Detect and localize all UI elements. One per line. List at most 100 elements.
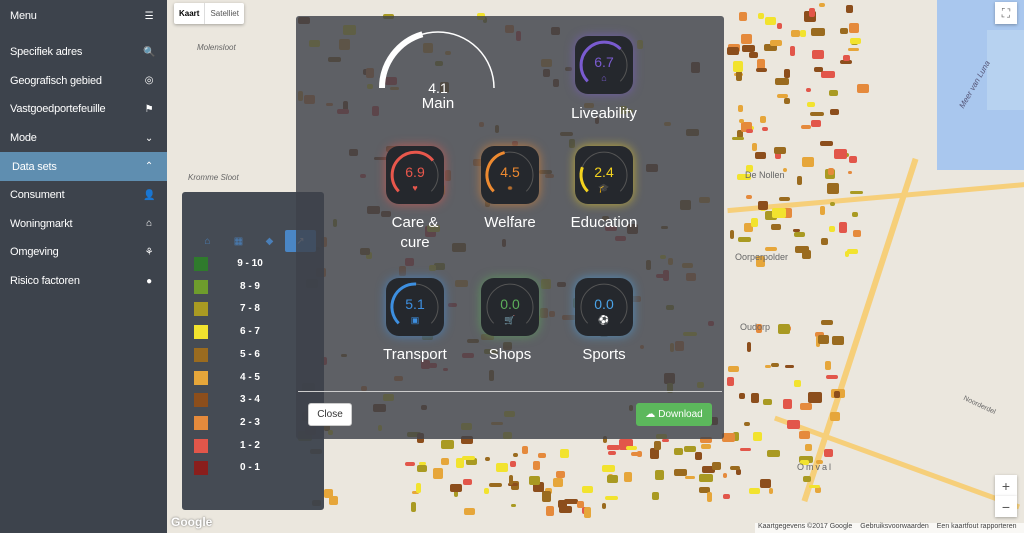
map-building — [832, 336, 844, 346]
map-type-kaart-button[interactable]: Kaart — [174, 3, 204, 24]
sidebar-item-mode[interactable]: Mode ⌄ — [0, 124, 167, 153]
score-tile-sports[interactable]: 0.0 ⚽ — [575, 278, 633, 336]
score-tile-education[interactable]: 2.4 🎓 — [575, 146, 633, 204]
map-building — [824, 448, 833, 457]
map-building — [496, 463, 509, 472]
map-building — [606, 474, 619, 484]
heart-icon: ♥ — [412, 183, 418, 193]
zoom-in-button[interactable]: + — [995, 475, 1017, 496]
map-building — [761, 126, 769, 131]
legend-swatch — [194, 438, 208, 453]
report-error-link[interactable]: Een kaartfout rapporteren — [937, 523, 1017, 533]
map-building — [624, 472, 633, 482]
map-building — [738, 392, 745, 399]
map-building — [607, 451, 616, 456]
map-building — [786, 419, 801, 429]
legend-swatch — [194, 415, 208, 430]
map-building — [545, 505, 555, 517]
score-tile-welfare[interactable]: 4.5 ⚭ — [481, 146, 539, 204]
map-building — [748, 52, 759, 58]
sidebar-item-data-sets[interactable]: Data sets ⌃ — [0, 152, 167, 181]
sidebar-item-specifiek-adres[interactable]: Specifiek adres 🔍 — [0, 38, 167, 67]
sidebar-item-label: Specifiek adres — [10, 46, 83, 59]
zoom-out-button[interactable]: − — [995, 496, 1017, 517]
sidebar-item-label: Consument — [10, 189, 65, 202]
map-building — [852, 230, 861, 238]
sidebar-item-omgeving[interactable]: Omgeving ⚘ — [0, 238, 167, 267]
legend-label: 0 - 1 — [239, 462, 260, 474]
map-building — [735, 70, 742, 81]
map-building — [799, 30, 807, 37]
map-building — [830, 109, 839, 116]
map-building — [528, 475, 541, 486]
chevron-circle-down-icon: ⌄ — [144, 132, 154, 144]
calendar-icon[interactable]: ▦ — [223, 230, 254, 252]
menu-header[interactable]: Menu ☰ — [0, 0, 167, 32]
legend-label: 6 - 7 — [239, 326, 260, 338]
terms-link[interactable]: Gebruiksvoorwaarden — [860, 523, 928, 533]
sidebar-item-label: Geografisch gebied — [10, 74, 102, 87]
score-tile-liveability[interactable]: 6.7 ⌂ — [575, 36, 633, 94]
map-building — [849, 23, 860, 33]
map-building — [731, 136, 744, 141]
sidebar-item-geografisch-gebied[interactable]: Geografisch gebied ◎ — [0, 67, 167, 96]
main-score-label: Main — [421, 95, 455, 112]
map-building — [753, 431, 763, 441]
map-building — [777, 323, 791, 334]
map-building — [729, 230, 735, 239]
sidebar-item-risico-factoren[interactable]: Risico factoren ● — [0, 267, 167, 296]
map-building — [755, 68, 767, 72]
map-building — [847, 48, 860, 52]
map-building — [846, 249, 858, 254]
sidebar-item-consument[interactable]: Consument 👤 — [0, 181, 167, 210]
score-tile-transport[interactable]: 5.1 ▣ — [386, 278, 444, 336]
score-tile-shops[interactable]: 0.0 🛒 — [481, 278, 539, 336]
map-building — [847, 171, 853, 175]
map-building — [796, 175, 802, 185]
legend-item — [194, 461, 208, 476]
legend-swatch — [194, 370, 208, 385]
cube-icon[interactable]: ◆ — [254, 230, 285, 252]
sidebar-item-woningmarkt[interactable]: Woningmarkt ⌂ — [0, 210, 167, 239]
sidebar-item-vastgoedportefeuille[interactable]: Vastgoedportefeuille ⚑ — [0, 95, 167, 124]
map-building — [760, 478, 772, 488]
map-type-control: Kaart Satelliet — [174, 3, 244, 24]
score-tile-care-cure[interactable]: 6.9 ♥ — [386, 146, 444, 204]
hamburger-icon[interactable]: ☰ — [143, 11, 155, 22]
map-building — [509, 461, 517, 467]
map-building — [784, 98, 790, 105]
home-icon[interactable]: ⌂ — [192, 230, 223, 252]
map-building — [464, 508, 475, 516]
map-building — [839, 222, 847, 233]
map-building — [814, 67, 823, 72]
legend-swatch — [194, 257, 208, 271]
map-building — [740, 34, 752, 44]
legend-label: 8 - 9 — [239, 280, 260, 292]
map-building — [839, 27, 849, 35]
sidebar-item-label: Omgeving — [10, 246, 59, 259]
map-building — [814, 487, 822, 493]
fullscreen-button[interactable]: ⛶ — [995, 2, 1017, 24]
map-building — [674, 469, 687, 477]
map-building — [762, 398, 772, 406]
map-building — [821, 320, 834, 325]
map-type-satelliet-button[interactable]: Satelliet — [204, 3, 243, 24]
download-button[interactable]: ☁ Download — [636, 403, 712, 426]
divider — [298, 391, 722, 392]
close-button[interactable]: Close — [308, 403, 352, 426]
map-building — [602, 464, 615, 473]
sidebar-item-label: Woningmarkt — [10, 217, 73, 230]
map-building — [807, 101, 815, 108]
legend-item — [194, 302, 208, 317]
map-building — [751, 393, 760, 404]
map-building — [820, 238, 829, 246]
map-building — [683, 446, 697, 453]
map-place-label: De Nollen — [745, 170, 785, 180]
legend-label: 7 - 8 — [239, 303, 260, 315]
map-building — [558, 499, 567, 508]
sidebar-item-label: Data sets — [12, 160, 57, 173]
map-building — [769, 488, 774, 495]
map-building — [809, 484, 821, 488]
map-building — [750, 218, 758, 227]
map-building — [661, 438, 669, 443]
